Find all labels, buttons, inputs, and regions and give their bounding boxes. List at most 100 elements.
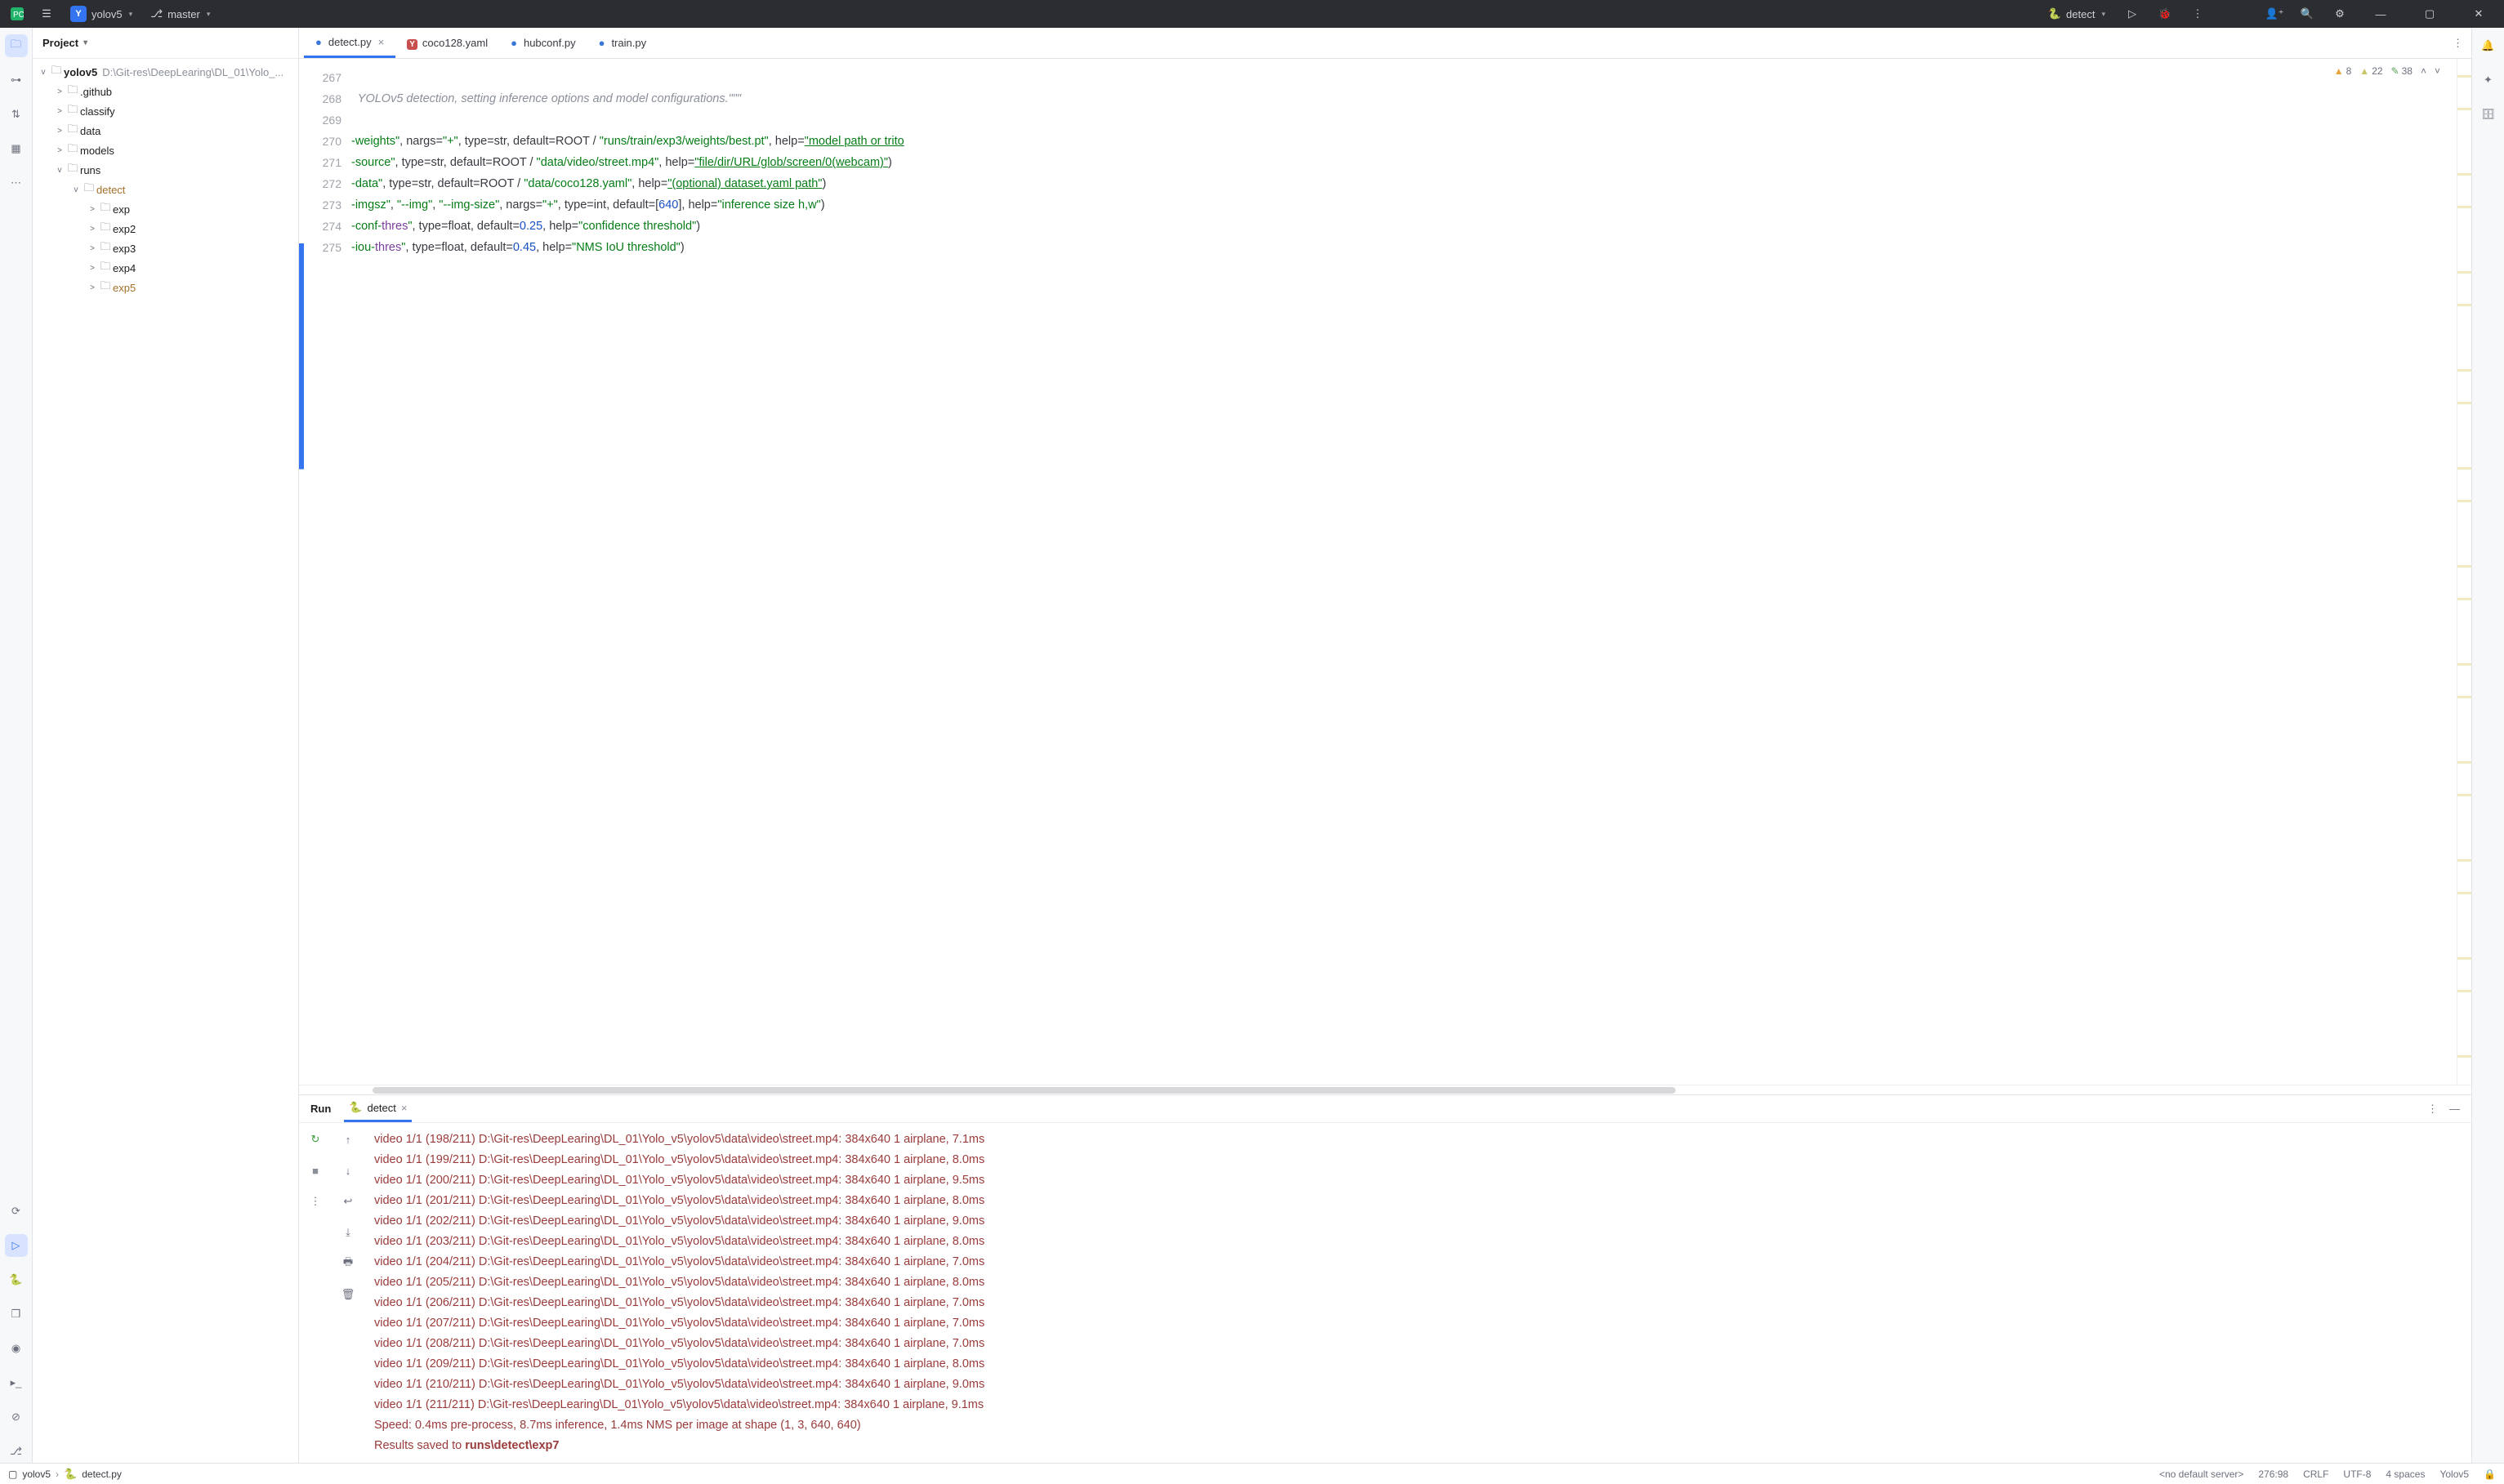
more-run-actions-icon[interactable]: ⋮ xyxy=(304,1190,327,1213)
status-caret-pos[interactable]: 276:98 xyxy=(2258,1468,2288,1480)
editor-tab[interactable]: train.py xyxy=(587,28,658,58)
main-menu-icon[interactable]: ☰ xyxy=(36,3,57,25)
terminal-tool-button[interactable]: ▸_ xyxy=(5,1371,28,1394)
run-console[interactable]: video 1/1 (198/211) D:\Git-res\DeepLeari… xyxy=(364,1123,2471,1463)
code-editor[interactable]: YOLOv5 detection, setting inference opti… xyxy=(351,59,2457,1085)
ai-assistant-tool-button[interactable]: ✦ xyxy=(2477,69,2500,91)
status-encoding[interactable]: UTF-8 xyxy=(2343,1468,2371,1480)
python-icon xyxy=(2048,7,2061,20)
status-eol[interactable]: CRLF xyxy=(2303,1468,2328,1480)
close-icon[interactable]: × xyxy=(401,1102,408,1114)
close-icon[interactable]: × xyxy=(378,36,385,48)
vcs-tool-button[interactable]: ⎇ xyxy=(5,1440,28,1463)
svg-text:PC: PC xyxy=(13,11,24,20)
tree-item[interactable]: >🗀exp2 xyxy=(33,219,298,238)
editor-tab[interactable]: hubconf.py xyxy=(499,28,587,58)
tree-item[interactable]: >🗀exp4 xyxy=(33,258,298,278)
search-icon[interactable]: 🔍 xyxy=(2296,3,2318,25)
right-toolstrip: 🔔 ✦ 🗄 xyxy=(2471,28,2504,1463)
pull-requests-tool-button[interactable]: ⇅ xyxy=(5,103,28,126)
console-line: video 1/1 (206/211) D:\Git-res\DeepLeari… xyxy=(374,1293,2462,1313)
clear-all-icon[interactable]: 🗑 xyxy=(337,1283,359,1306)
console-line: video 1/1 (209/211) D:\Git-res\DeepLeari… xyxy=(374,1354,2462,1375)
hide-panel-icon[interactable]: — xyxy=(2449,1103,2460,1116)
horizontal-scrollbar[interactable] xyxy=(299,1085,2471,1094)
status-indent[interactable]: 4 spaces xyxy=(2386,1468,2425,1480)
commit-tool-button[interactable]: ⊶ xyxy=(5,69,28,91)
down-stack-icon[interactable]: ↓ xyxy=(337,1159,359,1182)
warnings-count: 8 xyxy=(2334,65,2352,77)
chevron-down-icon: ▾ xyxy=(129,10,133,19)
code-with-me-icon[interactable]: 👤⁺ xyxy=(2264,3,2285,25)
console-line: video 1/1 (205/211) D:\Git-res\DeepLeari… xyxy=(374,1272,2462,1293)
debug-button[interactable]: 🐞 xyxy=(2154,3,2176,25)
minimize-button[interactable]: — xyxy=(2362,0,2399,28)
maximize-button[interactable]: ▢ xyxy=(2411,0,2448,28)
console-line: Results saved to runs\detect\exp7 xyxy=(374,1436,2462,1456)
console-line: video 1/1 (210/211) D:\Git-res\DeepLeari… xyxy=(374,1375,2462,1395)
tree-item[interactable]: v🗀detect xyxy=(33,180,298,199)
chevron-up-icon[interactable]: ˄ xyxy=(2421,65,2426,77)
run-config-selector[interactable]: detect ▾ xyxy=(2043,3,2110,25)
console-line: Speed: 0.4ms pre-process, 8.7ms inferenc… xyxy=(374,1415,2462,1436)
error-stripe[interactable] xyxy=(2457,59,2471,1085)
tree-item[interactable]: >🗀.github xyxy=(33,82,298,101)
project-name: yolov5 xyxy=(92,8,123,20)
vcs-branch[interactable]: ⎇ master ▾ xyxy=(145,3,215,25)
python-console-tool-button[interactable]: 🐍 xyxy=(5,1268,28,1291)
navigation-bar[interactable]: ▢ yolov5 › detect.py xyxy=(8,1468,122,1481)
typos-count: 38 xyxy=(2391,65,2412,77)
close-button[interactable]: ✕ xyxy=(2460,0,2497,28)
chevron-right-icon: › xyxy=(56,1468,59,1480)
sciview-tool-button[interactable]: ◉ xyxy=(5,1337,28,1360)
status-server[interactable]: <no default server> xyxy=(2159,1468,2243,1480)
chevron-down-icon[interactable]: ˅ xyxy=(2435,65,2440,77)
crumb-root-icon: ▢ xyxy=(8,1468,17,1480)
soft-wrap-icon[interactable]: ↩ xyxy=(337,1190,359,1213)
run-tab[interactable]: detect × xyxy=(344,1095,412,1122)
console-line: video 1/1 (203/211) D:\Git-res\DeepLeari… xyxy=(374,1232,2462,1252)
rerun-button[interactable]: ↻ xyxy=(304,1128,327,1151)
services-tool-button[interactable]: ❒ xyxy=(5,1303,28,1326)
project-panel-header[interactable]: Project ▾ xyxy=(33,28,298,59)
crumb-file: detect.py xyxy=(82,1468,122,1480)
tree-root[interactable]: v🗀yolov5D:\Git-res\DeepLearing\DL_01\Yol… xyxy=(33,62,298,82)
tree-item[interactable]: >🗀exp xyxy=(33,199,298,219)
scrollbar-thumb[interactable] xyxy=(373,1087,1676,1094)
console-line: video 1/1 (211/211) D:\Git-res\DeepLeari… xyxy=(374,1395,2462,1415)
editor-tab[interactable]: coco128.yaml xyxy=(395,28,499,58)
up-stack-icon[interactable]: ↑ xyxy=(337,1128,359,1151)
editor-tabs: detect.py×coco128.yamlhubconf.pytrain.py… xyxy=(299,28,2471,59)
chevron-down-icon: ▾ xyxy=(207,10,211,19)
tree-item[interactable]: >🗀exp3 xyxy=(33,238,298,258)
refresh-tool-button[interactable]: ⟳ xyxy=(5,1200,28,1223)
print-icon[interactable]: 🖶 xyxy=(337,1252,359,1275)
project-tree[interactable]: v🗀yolov5D:\Git-res\DeepLearing\DL_01\Yol… xyxy=(33,59,298,1463)
structure-tool-button[interactable]: ▦ xyxy=(5,137,28,160)
problems-tool-button[interactable]: ⊘ xyxy=(5,1406,28,1428)
more-tool-button[interactable]: ⋯ xyxy=(5,172,28,194)
editor-tab[interactable]: detect.py× xyxy=(304,28,395,58)
stop-button[interactable]: ■ xyxy=(304,1159,327,1182)
tree-item[interactable]: v🗀runs xyxy=(33,160,298,180)
notifications-tool-button[interactable]: 🔔 xyxy=(2477,34,2500,57)
tree-item[interactable]: >🗀models xyxy=(33,140,298,160)
scroll-to-end-icon[interactable]: ⤓ xyxy=(337,1221,359,1244)
tree-item[interactable]: >🗀exp5 xyxy=(33,278,298,297)
run-tool-button[interactable]: ▷ xyxy=(5,1234,28,1257)
tree-item[interactable]: >🗀classify xyxy=(33,101,298,121)
ide-logo-icon[interactable]: PC xyxy=(7,3,28,25)
yaml-file-icon xyxy=(407,37,417,49)
run-button[interactable]: ▷ xyxy=(2122,3,2143,25)
status-lock-icon[interactable]: 🔒 xyxy=(2484,1468,2496,1480)
project-selector[interactable]: Y yolov5 ▾ xyxy=(65,3,137,25)
settings-icon[interactable]: ⚙ xyxy=(2329,3,2350,25)
database-tool-button[interactable]: 🗄 xyxy=(2477,103,2500,126)
run-panel-options-icon[interactable]: ⋮ xyxy=(2427,1103,2438,1116)
project-tool-button[interactable]: 🗀 xyxy=(5,34,28,57)
more-actions-icon[interactable]: ⋮ xyxy=(2187,3,2208,25)
status-interpreter[interactable]: Yolov5 xyxy=(2439,1468,2469,1480)
inspections-widget[interactable]: 8 22 38 ˄ ˅ xyxy=(2334,65,2440,77)
tab-options-icon[interactable]: ⋮ xyxy=(2444,28,2471,58)
tree-item[interactable]: >🗀data xyxy=(33,121,298,140)
